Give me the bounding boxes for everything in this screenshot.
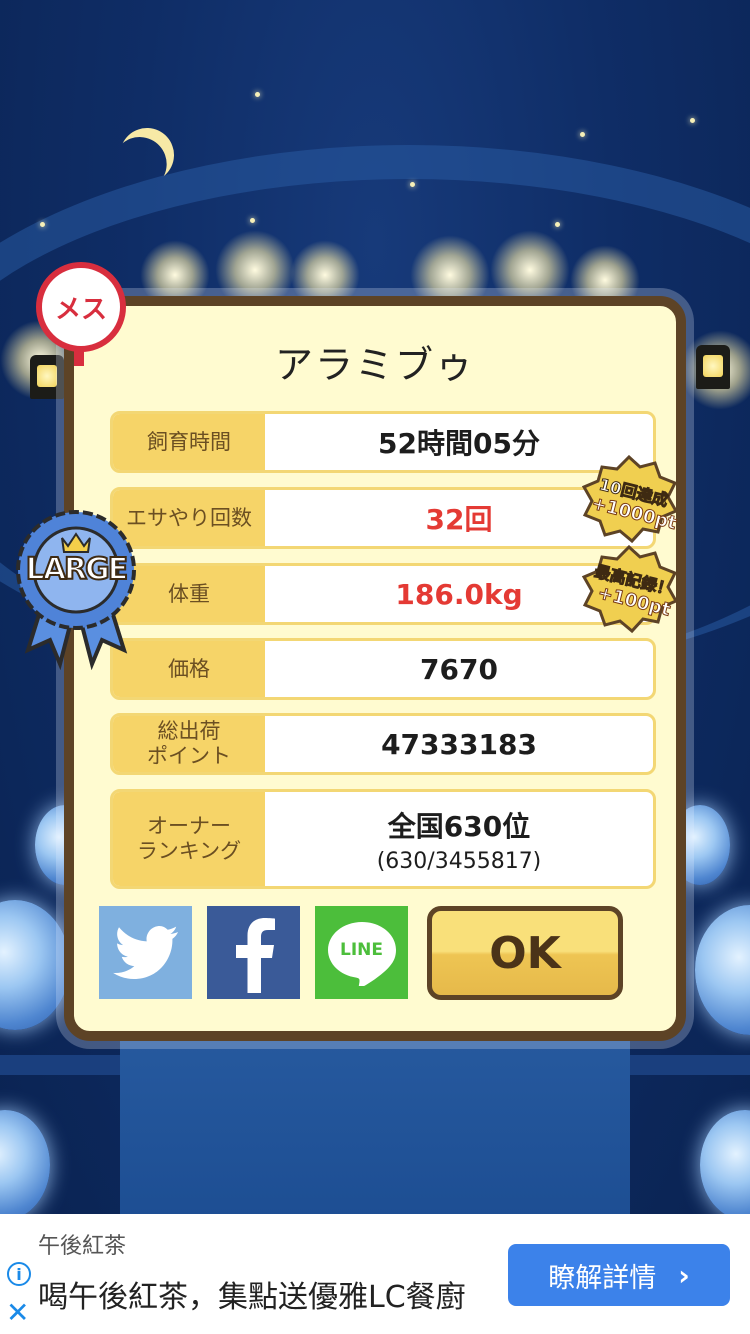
light-globe <box>700 1110 750 1214</box>
stat-label: 総出荷 ポイント <box>113 716 265 772</box>
weight-record-seal: 最高記録！ +100pt <box>580 544 679 635</box>
star <box>410 182 415 187</box>
stat-label-line: ポイント <box>147 744 231 768</box>
star <box>690 118 695 123</box>
female-gender-badge: メス <box>36 262 126 352</box>
stat-value: 7670 <box>420 652 498 686</box>
ad-learn-more-button[interactable]: 瞭解詳情 › <box>508 1244 730 1306</box>
stat-row-shipping-points: 総出荷 ポイント 47333183 <box>110 713 656 775</box>
ad-sponsor: 午後紅茶 <box>38 1234 127 1259</box>
stat-value: 全国630位 (630/3455817) <box>265 792 653 886</box>
light-globe <box>0 1110 50 1214</box>
star <box>40 222 45 227</box>
twitter-icon <box>112 925 178 979</box>
chevron-right-icon: › <box>678 1258 690 1292</box>
ranking-detail: (630/3455817) <box>376 848 542 874</box>
stat-row-raising-time: 飼育時間 52時間05分 <box>110 411 656 473</box>
stat-label-line: オーナー <box>147 814 231 838</box>
stat-label: オーナー ランキング <box>113 792 265 886</box>
result-panel: アラミブゥ 飼育時間 52時間05分 エサやり回数 32回 体重 186.0kg… <box>64 296 686 1041</box>
ad-info-icon[interactable]: i <box>7 1262 31 1286</box>
stat-row-owner-ranking: オーナー ランキング 全国630位 (630/3455817) <box>110 789 656 889</box>
pet-name-title: アラミブゥ <box>274 343 475 387</box>
star <box>250 218 255 223</box>
ad-button-label: 瞭解詳情 <box>548 1262 657 1294</box>
stat-row-price: 価格 7670 <box>110 638 656 700</box>
facebook-icon <box>235 917 275 993</box>
feed-achievement-seal: 10回達成 +1000pt <box>580 454 679 545</box>
stat-label-line: ランキング <box>136 839 242 863</box>
ad-banner[interactable]: i ✕ 午後紅茶 喝午後紅茶，集點送優雅LC餐廚 瞭解詳情 › <box>0 1214 750 1334</box>
large-size-badge: LARGE <box>14 500 138 671</box>
facebook-share-button[interactable] <box>207 906 300 999</box>
ad-headline[interactable]: 喝午後紅茶，集點送優雅LC餐廚 <box>38 1272 466 1316</box>
star <box>555 222 560 227</box>
road <box>120 1040 630 1214</box>
stat-label: 飼育時間 <box>113 414 265 470</box>
star <box>580 132 585 137</box>
size-label: LARGE <box>25 551 130 588</box>
line-share-button[interactable]: LINE <box>315 906 408 999</box>
line-label: LINE <box>340 940 383 960</box>
ok-button[interactable]: OK <box>427 906 623 1000</box>
stat-value: 47333183 <box>381 727 537 761</box>
stat-row-feed-count: エサやり回数 32回 <box>110 487 656 549</box>
light-globe <box>0 900 70 1030</box>
ranking-value: 全国630位 <box>387 809 531 843</box>
ad-close-icon[interactable]: ✕ <box>6 1296 29 1329</box>
light-globe <box>695 905 750 1035</box>
gender-label: メス <box>54 294 107 325</box>
street-lamp <box>30 355 64 399</box>
street-lamp <box>696 345 730 389</box>
twitter-share-button[interactable] <box>99 906 192 999</box>
stat-label-line: 総出荷 <box>157 719 221 743</box>
star <box>255 92 260 97</box>
